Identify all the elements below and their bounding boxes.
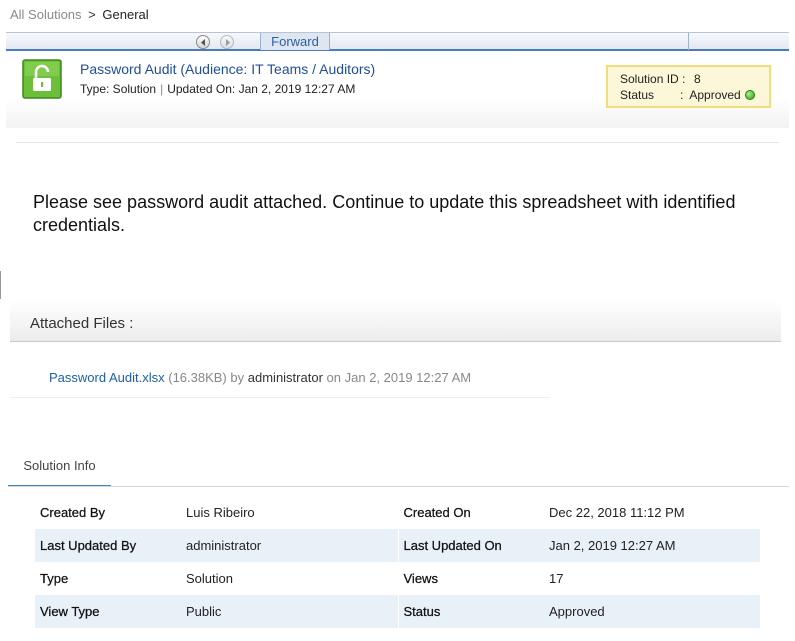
solution-id-row: Solution ID : 8 <box>620 72 701 88</box>
solution-id-label: Solution ID : <box>620 72 686 86</box>
toolbar-divider <box>329 33 330 50</box>
status-label: Status <box>620 88 655 102</box>
info-key: Created By <box>40 505 106 520</box>
forward-button[interactable]: Forward <box>261 33 329 50</box>
attachment-divider <box>10 397 550 398</box>
info-value: 17 <box>549 571 564 586</box>
info-value: Luis Ribeiro <box>186 505 255 520</box>
solution-type: Type: Solution <box>80 82 157 96</box>
info-row: Created By Luis Ribeiro Created On Dec 2… <box>35 496 760 529</box>
info-value: administrator <box>181 529 398 562</box>
attachment-row: Password Audit.xlsx (16.38KB) by adminis… <box>49 370 471 385</box>
next-button[interactable] <box>220 35 234 49</box>
attached-files-title: Attached Files : <box>30 315 134 332</box>
previous-button[interactable] <box>196 35 210 49</box>
attachment-link[interactable]: Password Audit.xlsx <box>49 370 165 385</box>
solution-id-value: 8 <box>694 72 701 86</box>
attachment-on-label: on <box>326 370 341 385</box>
info-value: Solution <box>186 571 233 586</box>
divider <box>16 142 779 143</box>
info-value: Public <box>181 595 398 628</box>
resize-marker <box>0 271 2 299</box>
info-key: Type <box>40 571 69 586</box>
toolbar: Forward <box>6 32 789 51</box>
info-key: Views <box>397 562 544 595</box>
solution-description: Please see password audit attached. Cont… <box>33 192 736 235</box>
info-value: Jan 2, 2019 12:27 AM <box>544 529 760 562</box>
info-row: Last Updated By administrator Last Updat… <box>35 529 760 562</box>
info-key: Last Updated By <box>35 529 181 562</box>
toolbar-divider <box>688 33 689 50</box>
solution-updated-on: Updated On: Jan 2, 2019 12:27 AM <box>167 82 356 96</box>
tab-underline <box>8 486 789 487</box>
info-key: View Type <box>35 595 181 628</box>
tab-solution-info[interactable]: Solution Info <box>8 449 111 487</box>
attachment-size: (16.38KB) <box>168 370 227 385</box>
solution-info-table: Created By Luis Ribeiro Created On Dec 2… <box>35 496 760 628</box>
breadcrumb-separator: > <box>88 7 96 22</box>
info-row: Type Solution Views 17 <box>35 562 760 595</box>
status-box: Solution ID : 8 Status: Approved <box>606 65 771 108</box>
info-key: Status <box>397 595 544 628</box>
arrow-right-icon <box>226 39 230 46</box>
arrow-left-icon <box>201 39 205 46</box>
info-value: Approved <box>544 595 760 628</box>
solution-title[interactable]: Password Audit (Audience: IT Teams / Aud… <box>80 61 375 77</box>
attachment-date: Jan 2, 2019 12:27 AM <box>344 370 472 385</box>
solution-meta: Type: Solution | Updated On: Jan 2, 2019 1… <box>80 82 355 96</box>
breadcrumb-all-solutions[interactable]: All Solutions <box>10 7 82 22</box>
status-green-dot-icon <box>744 90 755 100</box>
unlocked-lock-icon <box>22 59 62 99</box>
breadcrumb-current: General <box>102 7 149 22</box>
info-key: Created On <box>397 496 544 529</box>
meta-separator: | <box>160 82 164 96</box>
attached-files-header: Attached Files : <box>10 300 781 342</box>
status-colon: : <box>680 88 684 102</box>
status-row: Status: Approved <box>620 88 755 104</box>
info-value: Dec 22, 2018 11:12 PM <box>549 505 685 520</box>
attachment-by-label: by <box>230 370 245 385</box>
attachment-author: administrator <box>247 370 323 385</box>
breadcrumb: All Solutions > General <box>10 7 149 22</box>
status-value: Approved <box>689 88 741 102</box>
info-key: Last Updated On <box>397 529 544 562</box>
info-row: View Type Public Status Approved <box>35 595 760 628</box>
